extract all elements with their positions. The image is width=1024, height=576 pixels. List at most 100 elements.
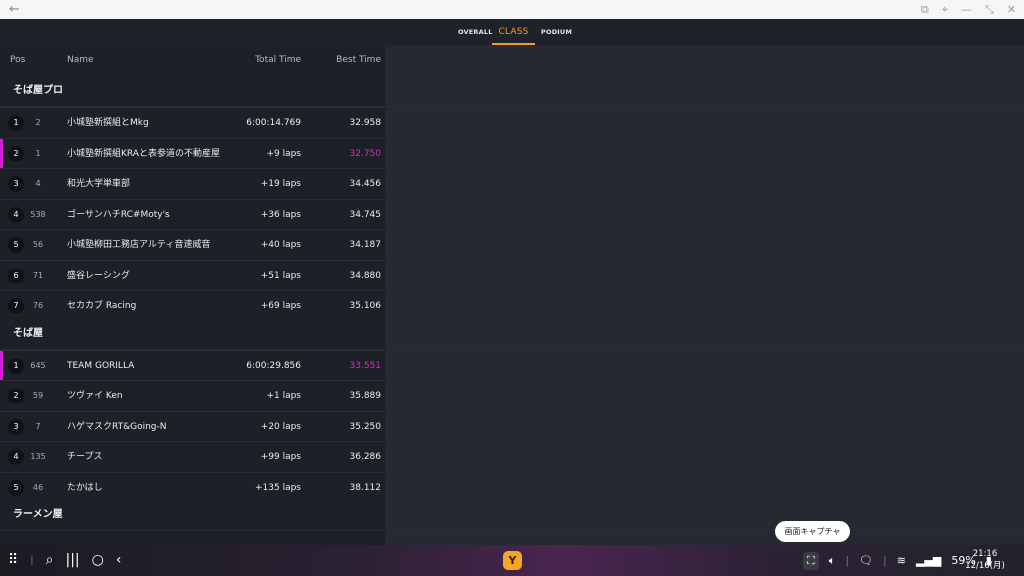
- date: 12/16(月): [965, 561, 1005, 571]
- total-time: +9 laps: [266, 148, 301, 159]
- header-pos: Pos: [10, 55, 26, 65]
- back-icon[interactable]: ‹: [116, 545, 122, 576]
- class-title: ラーメン屋: [13, 509, 63, 520]
- window-controls: ⧉ ⌖ — ⤡ ✕: [921, 0, 1016, 19]
- team-name: 盛谷レーシング: [67, 270, 130, 281]
- team-name: 小城塾新撰組とMkg: [67, 118, 149, 128]
- car-number: 2: [35, 118, 41, 127]
- position-badge: 7: [8, 298, 24, 314]
- position-badge: 4: [8, 449, 24, 465]
- team-name: 小城塾新撰組KRAと表参道の不動産屋: [67, 148, 220, 159]
- position-badge: 5: [8, 237, 24, 253]
- table-row[interactable]: 7 76 セカカブ Racing +69 laps 35.106: [0, 290, 385, 321]
- table-row[interactable]: 5 56 小城塾柳田工務店アルティ音速威音 +40 laps 34.187: [0, 229, 385, 260]
- table-row[interactable]: 3 4 和光大学単車部 +19 laps 34.456: [0, 168, 385, 199]
- tab-overall[interactable]: OVERALL: [458, 19, 493, 45]
- car-number: 135: [30, 452, 46, 461]
- wifi-icon: ≋: [896, 554, 906, 567]
- separator: |: [30, 555, 34, 566]
- table-row[interactable]: 2 1 小城塾新撰組KRAと表参道の不動産屋 +9 laps 32.750: [0, 137, 385, 169]
- total-time: +135 laps: [255, 482, 301, 493]
- window-titlebar: ← ⧉ ⌖ — ⤡ ✕: [0, 0, 1024, 19]
- tab-podium[interactable]: PODIUM: [541, 19, 572, 45]
- table-row[interactable]: 4 135 チープス +99 laps 36.286: [0, 441, 385, 472]
- best-time: 35.250: [349, 421, 382, 432]
- car-number: 46: [32, 482, 44, 492]
- table-row[interactable]: 1 2 小城塾新撰組とMkg 6:00:14.769 32.958: [0, 107, 385, 138]
- best-time: 36.286: [349, 452, 382, 462]
- car-number: 56: [32, 240, 44, 249]
- taskbar: ⠿ | ⌕ ||| ○ ‹ Y ⛶ 🔈︎ | 🗨︎ | ≋ ▂▄▆ 59% ▮ …: [0, 545, 1024, 576]
- total-time: +51 laps: [260, 270, 301, 281]
- car-number: 4: [35, 179, 41, 188]
- total-time: +20 laps: [260, 421, 301, 432]
- app-icon[interactable]: Y: [503, 551, 522, 570]
- best-time: 35.106: [349, 301, 382, 311]
- resize-icon[interactable]: ⤡: [985, 0, 994, 19]
- team-name: ハゲマスクRT&Going-N: [67, 421, 167, 432]
- tab-class[interactable]: CLASS: [492, 19, 535, 45]
- pin-icon[interactable]: ⌖: [942, 0, 948, 19]
- best-time: 38.112: [349, 482, 382, 493]
- screen-capture-icon[interactable]: ⛶: [803, 551, 819, 570]
- car-number: 1: [35, 148, 41, 158]
- fastest-lap-marker: [0, 350, 3, 381]
- minimize-icon[interactable]: —: [961, 0, 972, 19]
- total-time: +40 laps: [260, 240, 301, 250]
- best-time: 34.187: [349, 240, 382, 250]
- team-name: TEAM GORILLA: [67, 360, 135, 371]
- position-badge: 6: [8, 267, 24, 284]
- separator: |: [883, 554, 887, 567]
- car-number: 71: [32, 270, 44, 280]
- best-time: 35.889: [349, 391, 382, 401]
- position-badge: 1: [8, 115, 24, 131]
- car-number: 7: [35, 421, 41, 431]
- position-badge: 3: [8, 176, 24, 192]
- table-row[interactable]: 4 538 ゴーサンハチRC#Moty's +36 laps 34.745: [0, 198, 385, 230]
- table-row[interactable]: 3 7 ハゲマスクRT&Going-N +20 laps 35.250: [0, 410, 385, 442]
- total-time: +19 laps: [260, 179, 301, 189]
- total-time: +69 laps: [260, 301, 301, 311]
- recents-icon[interactable]: |||: [65, 545, 79, 576]
- table-row[interactable]: 1 645 TEAM GORILLA 6:00:29.856 33.551: [0, 349, 385, 381]
- close-icon[interactable]: ✕: [1007, 0, 1016, 19]
- team-name: たかはし: [67, 482, 103, 493]
- table-row[interactable]: 6 71 盛谷レーシング +51 laps 34.880: [0, 259, 385, 291]
- best-time: 34.456: [349, 179, 382, 189]
- back-arrow-icon[interactable]: ←: [9, 0, 20, 19]
- position-badge: 5: [8, 479, 24, 496]
- signal-icon: ▂▄▆: [915, 554, 942, 567]
- position-badge: 2: [8, 388, 24, 404]
- team-name: セカカブ Racing: [67, 301, 137, 311]
- best-time: 33.551: [349, 360, 382, 371]
- team-name: ツヴァイ Ken: [67, 391, 123, 401]
- total-time: +99 laps: [260, 452, 301, 462]
- best-time: 34.745: [349, 209, 382, 220]
- home-icon[interactable]: ○: [92, 545, 104, 576]
- header-name: Name: [67, 55, 94, 65]
- notification-icon[interactable]: 🗨︎: [859, 554, 873, 567]
- position-badge: 3: [8, 418, 24, 435]
- time: 21:16: [972, 549, 998, 559]
- total-time: +1 laps: [266, 391, 301, 401]
- total-time: 6:00:14.769: [246, 118, 301, 128]
- tab-bar: OVERALL CLASS PODIUM: [0, 19, 1024, 45]
- car-number: 76: [32, 301, 44, 310]
- separator: |: [845, 554, 850, 567]
- team-name: チープス: [67, 452, 103, 462]
- best-time: 32.750: [349, 148, 382, 159]
- multiwindow-icon[interactable]: ⧉: [921, 0, 929, 19]
- class-divider: [0, 530, 1024, 531]
- search-icon[interactable]: ⌕: [46, 545, 54, 576]
- volume-icon[interactable]: 🔈︎: [829, 554, 836, 568]
- table-row[interactable]: 5 46 たかはし +135 laps 38.112: [0, 471, 385, 503]
- class-title: そば屋: [13, 327, 43, 339]
- apps-grid-icon[interactable]: ⠿: [8, 545, 18, 576]
- clock[interactable]: 21:16 12/16(月): [962, 548, 1008, 572]
- position-badge: 2: [8, 145, 24, 162]
- team-name: ゴーサンハチRC#Moty's: [67, 209, 170, 220]
- class-title: そば屋プロ: [13, 85, 63, 96]
- team-name: 和光大学単車部: [67, 179, 131, 189]
- taskbar-left: ⠿ | ⌕ ||| ○ ‹: [8, 545, 121, 576]
- table-row[interactable]: 2 59 ツヴァイ Ken +1 laps 35.889: [0, 380, 385, 411]
